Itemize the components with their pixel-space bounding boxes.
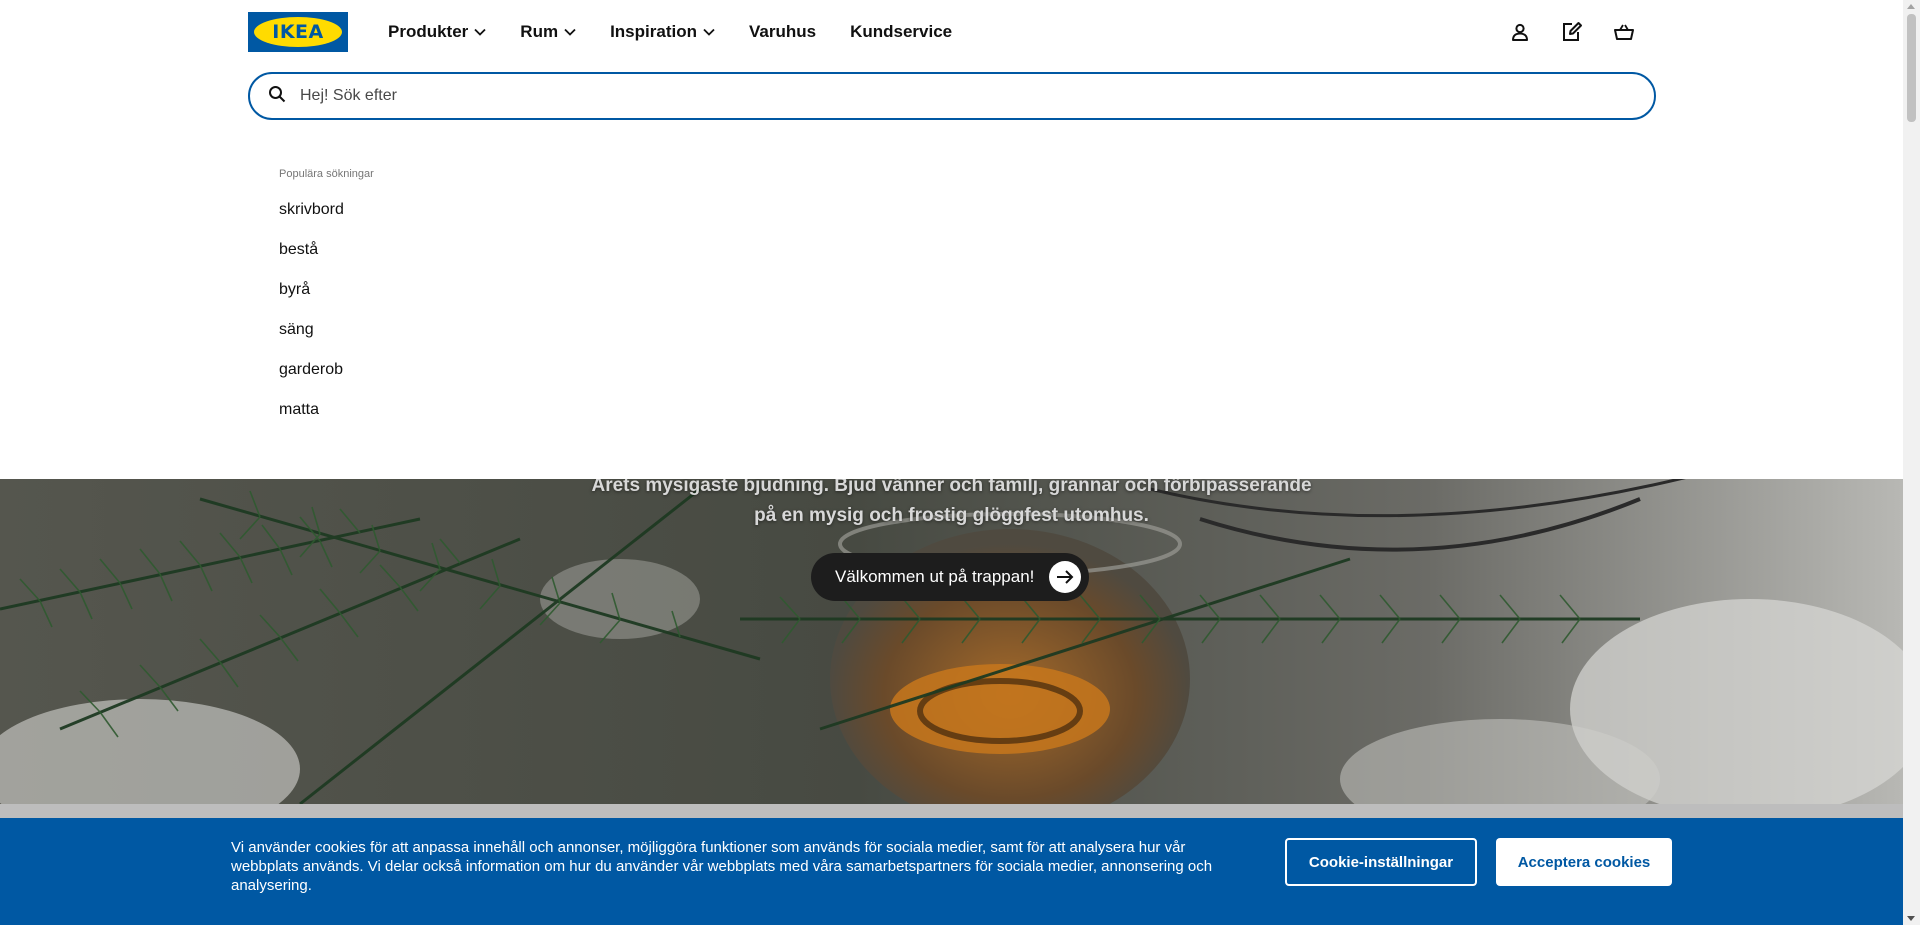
popular-searches-list: skrivbord bestå byrå säng garderob matta [279, 200, 344, 440]
popular-search-item[interactable]: säng [279, 320, 344, 360]
ikea-logo[interactable]: IKEA [248, 12, 348, 52]
popular-searches-panel: Populära sökningar skrivbord bestå byrå … [0, 130, 1903, 479]
cookie-text: Vi använder cookies för att anpassa inne… [231, 839, 1213, 894]
search-icon [268, 85, 286, 108]
popular-searches-heading: Populära sökningar [279, 168, 374, 180]
hero-banner: Årets mysigaste bjudning. Bjud vänner oc… [0, 479, 1903, 804]
nav-item-inspiration[interactable]: Inspiration [610, 22, 715, 42]
nav-item-label: Rum [520, 22, 559, 41]
nav-item-label: Varuhus [748, 22, 817, 41]
hero-cta-button[interactable]: Välkommen ut på trappan! [811, 553, 1089, 601]
site-header: IKEA Produkter Rum Inspiration Varuhus K… [0, 0, 1903, 130]
chevron-down-icon [564, 28, 576, 36]
chevron-down-icon [474, 28, 486, 36]
nav-item-varuhus[interactable]: Varuhus [749, 22, 816, 42]
cart-icon[interactable] [1612, 16, 1636, 48]
hero-text: Årets mysigaste bjudning. Bjud vänner oc… [0, 479, 1903, 531]
scroll-down-arrow-icon[interactable] [1907, 916, 1915, 921]
scroll-up-arrow-icon[interactable] [1907, 4, 1915, 9]
popular-search-item[interactable]: byrå [279, 280, 344, 320]
hero-cta-label: Välkommen ut på trappan! [835, 567, 1035, 586]
nav-item-label: Kundservice [850, 22, 953, 41]
section-divider [0, 804, 1903, 818]
nav-item-rum[interactable]: Rum [520, 22, 576, 42]
popular-search-item[interactable]: bestå [279, 240, 344, 280]
logo-oval: IKEA [254, 17, 342, 47]
nav-item-kundservice[interactable]: Kundservice [850, 22, 952, 42]
user-icon[interactable] [1508, 16, 1532, 48]
popular-search-item[interactable]: matta [279, 400, 344, 440]
chevron-down-icon [703, 28, 715, 36]
shopping-list-icon[interactable] [1560, 16, 1584, 48]
hero-text-line1: Årets mysigaste bjudning. Bjud vänner oc… [591, 479, 1312, 496]
page-scrollbar[interactable] [1903, 0, 1920, 925]
cookie-settings-button[interactable]: Cookie-inställningar [1285, 838, 1477, 886]
main-nav: Produkter Rum Inspiration Varuhus Kundse… [388, 0, 986, 64]
popular-search-item[interactable]: skrivbord [279, 200, 344, 240]
scrollbar-thumb[interactable] [1907, 14, 1916, 122]
cookie-banner: Vi använder cookies för att anpassa inne… [0, 818, 1903, 925]
nav-item-produkter[interactable]: Produkter [388, 22, 486, 42]
logo-text: IKEA [272, 21, 324, 43]
popular-search-item[interactable]: garderob [279, 360, 344, 400]
accept-cookies-button[interactable]: Acceptera cookies [1496, 838, 1672, 886]
arrow-right-icon [1049, 561, 1081, 593]
header-icons [1508, 16, 1636, 48]
search-bar[interactable] [248, 72, 1656, 120]
nav-item-label: Produkter [388, 22, 469, 41]
nav-item-label: Inspiration [610, 22, 697, 41]
search-input[interactable] [300, 87, 1600, 105]
hero-text-line2: på en mysig och frostig glöggfest utomhu… [754, 505, 1149, 526]
